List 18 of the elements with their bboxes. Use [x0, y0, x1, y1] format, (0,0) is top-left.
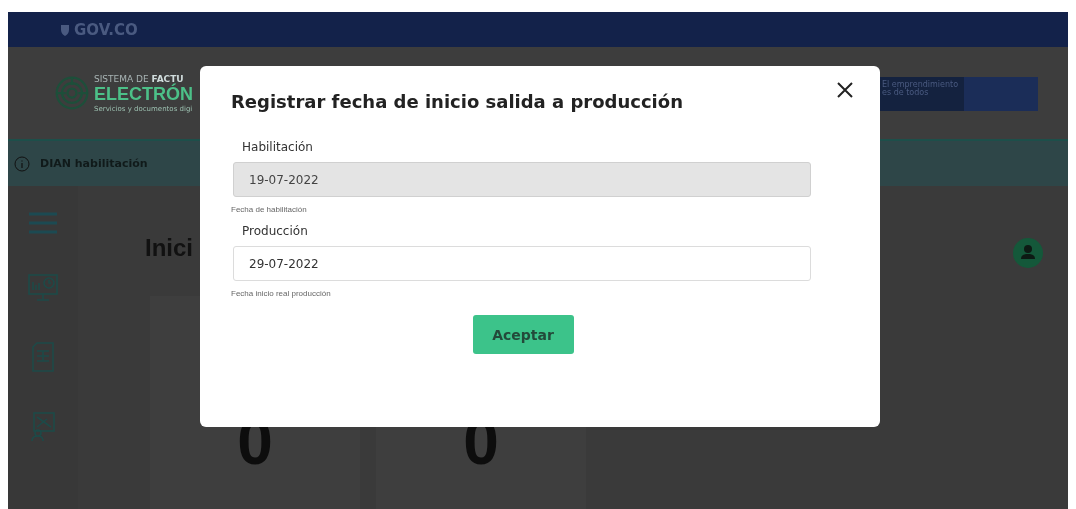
field-help-text: Fecha de habilitación [231, 205, 308, 214]
menu-icon[interactable] [28, 212, 58, 234]
system-label: SISTEMA DE FACTU [94, 73, 184, 84]
monitor-chart-icon[interactable] [28, 274, 58, 302]
brand-name: ELECTRÓN [94, 83, 193, 105]
presenter-board-icon[interactable] [30, 412, 56, 442]
dialog-title: Registrar fecha de inicio salida a producción [231, 91, 683, 112]
date-input-field[interactable]: 29-07-2022 [233, 246, 811, 281]
fingerprint-logo-icon [54, 75, 90, 111]
user-avatar-icon[interactable] [1013, 238, 1043, 268]
accept-button[interactable]: Aceptar [472, 315, 574, 354]
field-label: Habilitación [241, 140, 314, 154]
info-icon [14, 155, 30, 172]
field-help-text: Fecha inicio real producción [231, 289, 332, 298]
field-label: Producción [241, 224, 309, 238]
close-icon[interactable] [835, 80, 855, 100]
shield-icon [60, 23, 70, 36]
document-icon[interactable] [32, 342, 54, 372]
